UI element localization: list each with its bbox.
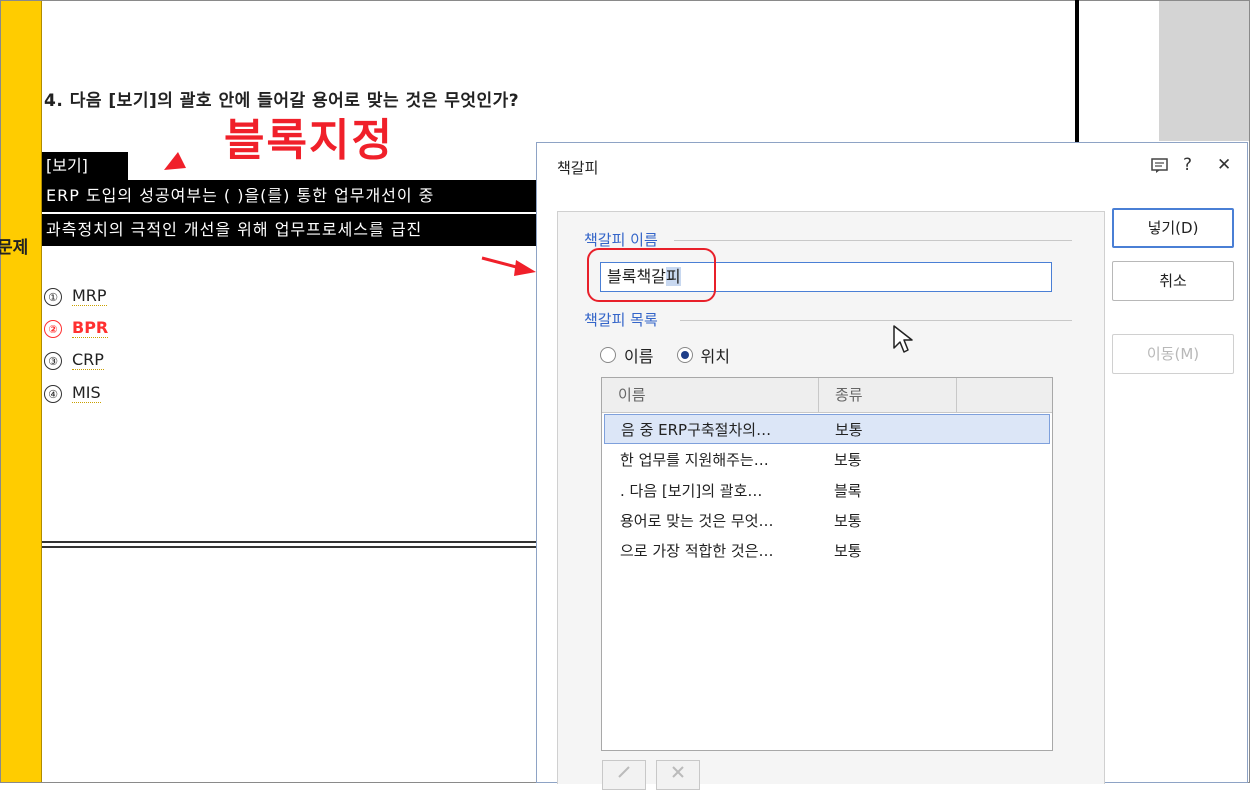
red-arrow-icon bbox=[164, 152, 186, 170]
radio-label: 위치 bbox=[700, 347, 730, 366]
item-type: 보통 bbox=[834, 512, 862, 530]
item-name: 으로 가장 적합한 것은… bbox=[620, 542, 774, 560]
pencil-icon bbox=[618, 766, 630, 778]
divider-line bbox=[42, 546, 582, 548]
dialog-title: 책갈피 bbox=[557, 159, 599, 177]
list-item[interactable]: 음 중 ERP구축절차의… 보통 bbox=[604, 414, 1050, 444]
option-number: ④ bbox=[44, 384, 62, 403]
list-section-label: 책갈피 목록 bbox=[584, 311, 658, 329]
col-header-name[interactable]: 이름 bbox=[602, 378, 819, 412]
option-3: ③ CRP bbox=[44, 348, 104, 372]
box-text-line[interactable]: 과측정치의 극적인 개선을 위해 업무프로세스를 급진 bbox=[42, 214, 540, 246]
item-type: 보통 bbox=[835, 421, 863, 439]
delete-icon bbox=[672, 766, 684, 778]
section-divider bbox=[680, 320, 1072, 321]
left-margin-bar: 문제 bbox=[0, 1, 42, 782]
page-outside-area bbox=[1159, 1, 1249, 141]
section-label: 문제 bbox=[0, 238, 29, 258]
item-name: 용어로 맞는 것은 무엇… bbox=[620, 512, 774, 530]
insert-button[interactable]: 넣기(D) bbox=[1112, 208, 1234, 248]
col-header-empty bbox=[957, 378, 1052, 412]
option-text: MIS bbox=[72, 383, 101, 403]
option-4: ④ MIS bbox=[44, 381, 101, 405]
item-name: . 다음 [보기]의 괄호… bbox=[620, 482, 763, 500]
item-type: 보통 bbox=[834, 451, 862, 469]
help-icon[interactable]: ? bbox=[1183, 155, 1192, 175]
option-2: ② BPR bbox=[44, 316, 109, 340]
col-header-type[interactable]: 종류 bbox=[819, 378, 957, 412]
bookmark-list[interactable]: 이름 종류 음 중 ERP구축절차의… 보통 한 업무를 지원해주는… 보통 .… bbox=[601, 377, 1053, 751]
cancel-button[interactable]: 취소 bbox=[1112, 261, 1234, 301]
option-1: ① MRP bbox=[44, 284, 107, 308]
radio-circle-selected[interactable] bbox=[676, 347, 693, 363]
red-arrow-icon bbox=[481, 256, 536, 276]
item-name: 음 중 ERP구축절차의… bbox=[621, 421, 772, 439]
annotation-text: 블록지정 bbox=[224, 115, 394, 166]
option-text: CRP bbox=[72, 350, 104, 370]
edit-button[interactable] bbox=[602, 760, 646, 790]
item-type: 블록 bbox=[834, 482, 862, 500]
move-button[interactable]: 이동(M) bbox=[1112, 334, 1234, 374]
dialog-titlebar[interactable]: 책갈피 ? ✕ bbox=[537, 143, 1247, 189]
mouse-cursor-icon bbox=[893, 325, 913, 353]
list-item[interactable]: . 다음 [보기]의 괄호… 블록 bbox=[604, 476, 1050, 506]
name-section-label: 책갈피 이름 bbox=[584, 231, 658, 249]
item-name: 한 업무를 지원해주는… bbox=[620, 451, 769, 469]
sort-radio-group: 이름 위치 bbox=[600, 343, 748, 367]
close-icon[interactable]: ✕ bbox=[1217, 155, 1231, 175]
item-type: 보통 bbox=[834, 542, 862, 560]
comment-icon[interactable] bbox=[1151, 158, 1169, 174]
list-item[interactable]: 용어로 맞는 것은 무엇… 보통 bbox=[604, 506, 1050, 536]
divider-line bbox=[42, 541, 582, 543]
radio-label: 이름 bbox=[624, 347, 654, 366]
box-tag[interactable]: [보기] bbox=[42, 152, 128, 180]
option-number: ① bbox=[44, 287, 62, 306]
red-highlight-oval bbox=[587, 248, 716, 302]
option-text: BPR bbox=[72, 318, 109, 338]
delete-button[interactable] bbox=[656, 760, 700, 790]
option-number: ③ bbox=[44, 351, 62, 370]
radio-circle[interactable] bbox=[600, 347, 616, 363]
option-number: ② bbox=[44, 319, 62, 338]
box-text-line[interactable]: ERP 도입의 성공여부는 ( )을(를) 통한 업무개선이 중 bbox=[42, 180, 540, 212]
option-text: MRP bbox=[72, 286, 107, 306]
section-divider bbox=[674, 240, 1072, 241]
list-header: 이름 종류 bbox=[602, 378, 1052, 413]
list-item[interactable]: 한 업무를 지원해주는… 보통 bbox=[604, 445, 1050, 475]
radio-sort-name[interactable]: 이름 bbox=[600, 343, 653, 367]
list-item[interactable]: 으로 가장 적합한 것은… 보통 bbox=[604, 536, 1050, 566]
radio-sort-position[interactable]: 위치 bbox=[676, 343, 730, 367]
